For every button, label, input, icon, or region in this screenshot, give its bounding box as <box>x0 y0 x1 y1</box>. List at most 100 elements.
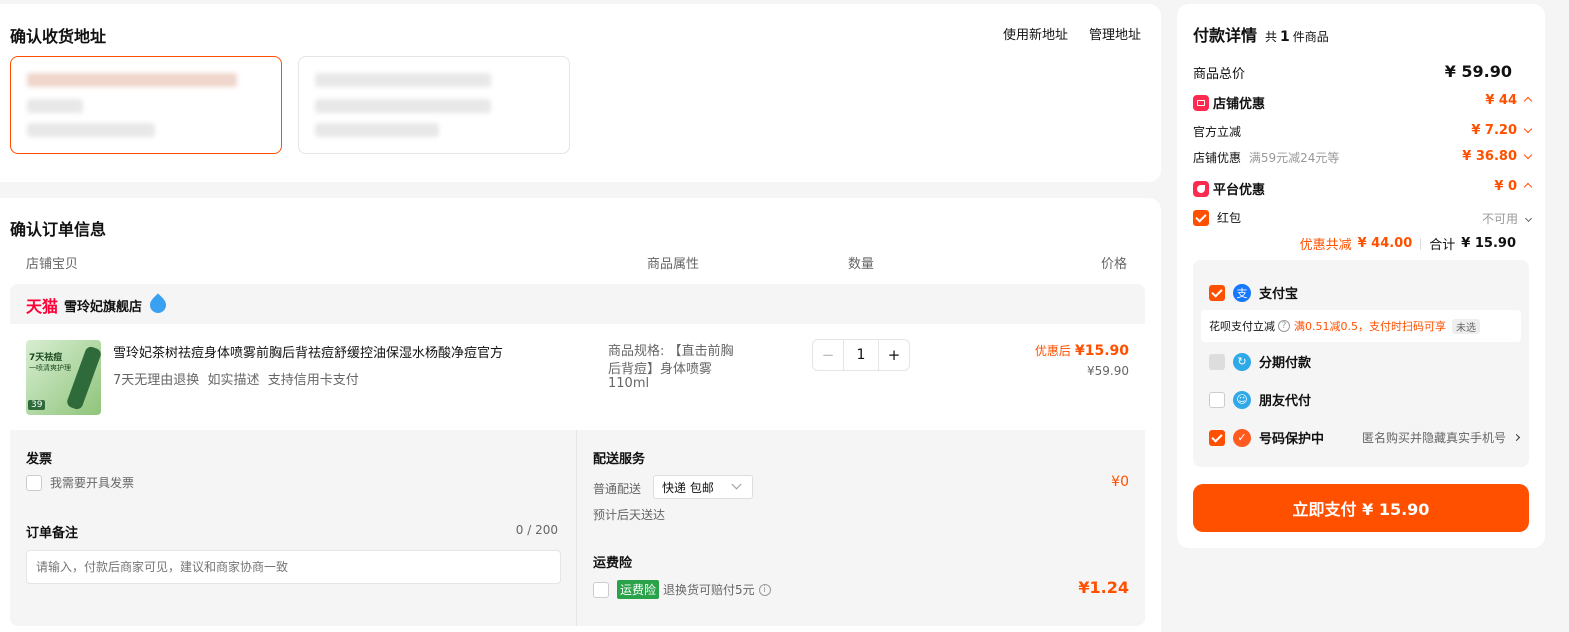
friend-pay-checkbox[interactable] <box>1209 391 1225 408</box>
payment-method-installment[interactable]: ↻ 分期付款 <box>1209 352 1311 371</box>
delivery-selected-value: 快递 包邮 <box>662 480 714 495</box>
insurance-checkbox[interactable] <box>593 581 609 598</box>
shop-coupon-row: 店铺优惠 满59元减24元等 <box>1193 149 1339 166</box>
insurance-title: 运费险 <box>593 556 633 571</box>
insurance-option[interactable]: 运费险 退换货可赔付5元 i <box>593 580 771 599</box>
thumb-text-1: 7天祛痘 <box>29 353 63 363</box>
privacy-checkbox[interactable] <box>1209 429 1225 446</box>
column-header-price: 价格 <box>1101 257 1128 272</box>
shield-icon: ✓ <box>1233 428 1251 447</box>
summary-row: 优惠共减 ¥ 44.00 合计 ¥ 15.90 <box>1300 234 1516 253</box>
payment-title: 付款详情 <box>1193 26 1258 45</box>
delivery-select[interactable]: 快递 包邮 <box>653 475 753 499</box>
insurance-desc: 退换货可赔付5元 <box>663 583 755 597</box>
thumb-text-2: 一喷清爽护理 <box>29 364 71 372</box>
product-service-tags: 7天无理由退换 如实描述 支持信用卡支付 <box>113 373 359 388</box>
saved-value: ¥ 44.00 <box>1357 236 1413 251</box>
shop-coupon-desc: 满59元减24元等 <box>1248 151 1340 165</box>
quantity-increase-button[interactable]: + <box>879 346 909 364</box>
privacy-protection-row[interactable]: ✓ 号码保护中 匿名购买并隐藏真实手机号 <box>1209 428 1521 447</box>
use-new-address-link[interactable]: 使用新地址 <box>1003 24 1068 43</box>
pay-now-button[interactable]: 立即支付 ¥ 15.90 <box>1193 484 1529 532</box>
shop-discount-value[interactable]: ¥ 44 <box>1485 93 1533 108</box>
payment-card: 付款详情 共 1 件商品 商品总价 ¥ 59.90 店铺优惠 ¥ 44 官方立减… <box>1177 4 1545 548</box>
payment-header: 付款详情 共 1 件商品 <box>1193 22 1329 46</box>
delivery-label: 普通配送 <box>593 482 642 496</box>
order-card: 确认订单信息 店铺宝贝 商品属性 数量 价格 天猫 雪玲妃旗舰店 7天祛痘 一喷… <box>0 198 1161 632</box>
delivery-price: ¥0 <box>1111 474 1129 490</box>
platform-discount-value[interactable]: ¥ 0 <box>1494 179 1533 194</box>
quantity-value[interactable]: 1 <box>843 340 879 370</box>
column-header-attributes: 商品属性 <box>647 257 700 272</box>
delivery-title: 配送服务 <box>593 452 646 467</box>
chevron-down-icon <box>1523 124 1533 134</box>
shop-block: 天猫 雪玲妃旗舰店 7天祛痘 一喷清爽护理 39 雪玲妃茶树祛痘身体喷雾前胸后背… <box>10 284 1145 626</box>
shop-name[interactable]: 雪玲妃旗舰店 <box>64 296 142 315</box>
invoice-panel: 发票 我需要开具发票 订单备注 0 / 200 <box>10 430 577 626</box>
official-discount-amount: ¥ 7.20 <box>1471 123 1517 138</box>
goods-total-label: 商品总价 <box>1193 67 1246 82</box>
address-option-selected[interactable] <box>10 56 282 154</box>
invoice-checkbox[interactable] <box>26 474 42 491</box>
installment-icon: ↻ <box>1233 352 1251 371</box>
official-discount-value[interactable]: ¥ 7.20 <box>1471 123 1533 138</box>
shop-discount-icon <box>1193 94 1209 111</box>
installment-checkbox[interactable] <box>1209 353 1225 370</box>
shop-coupon-value[interactable]: ¥ 36.80 <box>1462 149 1533 164</box>
shop-badge-icon <box>150 293 167 313</box>
quantity-stepper: − 1 + <box>812 339 910 371</box>
price-after-discount: 优惠后 ¥15.90 <box>1035 342 1129 359</box>
huabei-promo: 花呗支付立减 ? 满0.51减0.5，支付时扫码可享 未选 <box>1201 310 1521 342</box>
invoice-option[interactable]: 我需要开具发票 <box>26 474 134 491</box>
saved-label: 优惠共减 <box>1299 238 1352 253</box>
product-spec-line-2: 后背痘】身体喷雾 <box>608 362 713 377</box>
redpacket-checkbox[interactable] <box>1193 209 1209 226</box>
redpacket-row[interactable]: 红包 <box>1193 209 1241 226</box>
thumb-price: 39 <box>28 400 46 410</box>
chevron-up-icon <box>1523 182 1533 191</box>
huabei-label: 花呗支付立减 <box>1209 320 1275 333</box>
manage-address-link[interactable]: 管理地址 <box>1089 24 1141 43</box>
redpacket-status-text: 不可用 <box>1481 212 1518 226</box>
alipay-icon: 支 <box>1233 283 1251 302</box>
product-name[interactable]: 雪玲妃茶树祛痘身体喷雾前胸后背祛痘舒缓控油保湿水杨酸净痘官方 <box>113 342 503 361</box>
chevron-down-icon <box>1524 214 1533 222</box>
friend-pay-icon: ☺ <box>1233 390 1251 409</box>
address-option[interactable] <box>298 56 570 154</box>
chevron-down-icon <box>1523 150 1533 160</box>
product-row: 7天祛痘 一喷清爽护理 39 雪玲妃茶树祛痘身体喷雾前胸后背祛痘舒缓控油保湿水杨… <box>10 324 1145 430</box>
column-header-quantity: 数量 <box>848 257 875 272</box>
installment-label: 分期付款 <box>1259 356 1312 371</box>
insurance-badge: 运费险 <box>617 580 660 599</box>
shop-coupon-amount: ¥ 36.80 <box>1462 149 1517 164</box>
total-value: ¥ 15.90 <box>1461 236 1516 251</box>
alipay-checkbox[interactable] <box>1209 284 1225 301</box>
payment-method-friend[interactable]: ☺ 朋友代付 <box>1209 390 1311 409</box>
redpacket-status[interactable]: 不可用 <box>1481 210 1533 227</box>
address-card: 确认收货地址 使用新地址 管理地址 <box>0 4 1161 182</box>
info-icon[interactable]: i <box>758 583 771 596</box>
chevron-up-icon <box>1523 96 1533 105</box>
shop-header: 天猫 雪玲妃旗舰店 <box>26 293 167 317</box>
shop-coupon-label: 店铺优惠 <box>1193 151 1242 165</box>
order-note-input[interactable] <box>26 550 561 584</box>
product-thumbnail[interactable]: 7天祛痘 一喷清爽护理 39 <box>26 340 101 415</box>
shop-discount-label: 店铺优惠 <box>1213 97 1266 112</box>
payment-methods-panel: 支 支付宝 花呗支付立减 ? 满0.51减0.5，支付时扫码可享 未选 ↻ 分期… <box>1193 260 1529 467</box>
platform-discount-row[interactable]: 平台优惠 <box>1193 179 1265 198</box>
redpacket-label: 红包 <box>1217 211 1242 225</box>
product-spec-line-1: 商品规格: 【直击前胸 <box>608 344 734 359</box>
product-spec-line-3: 110ml <box>608 376 650 391</box>
question-icon[interactable]: ? <box>1278 320 1290 332</box>
shop-discount-row[interactable]: 店铺优惠 <box>1193 93 1265 112</box>
column-header-shop-item: 店铺宝贝 <box>26 257 79 272</box>
item-count-suffix: 件商品 <box>1292 30 1329 44</box>
address-title: 确认收货地址 <box>10 27 107 46</box>
chevron-down-icon <box>731 479 742 490</box>
item-count-prefix: 共 <box>1265 30 1278 44</box>
delivery-panel: 配送服务 普通配送 快递 包邮 预计后天送达 ¥0 运费险 运费险 退换货可赔付… <box>577 430 1145 626</box>
huabei-badge[interactable]: 未选 <box>1452 318 1480 334</box>
quantity-decrease-button[interactable]: − <box>813 346 843 364</box>
thumb-bottle <box>65 345 101 411</box>
payment-method-alipay[interactable]: 支 支付宝 <box>1209 283 1298 302</box>
